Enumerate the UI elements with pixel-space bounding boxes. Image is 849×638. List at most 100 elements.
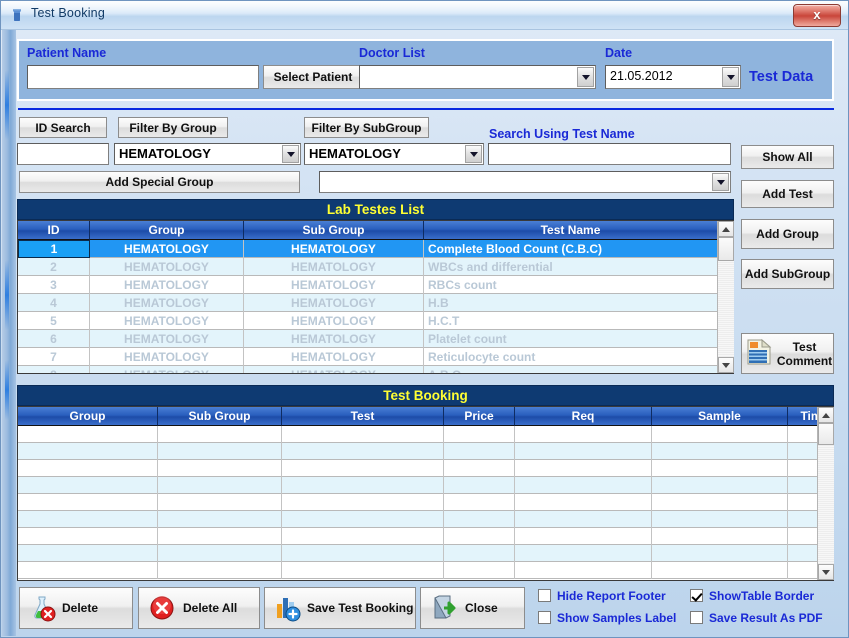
- title-bar: Test Booking x: [1, 1, 848, 30]
- table-cell: [18, 477, 158, 494]
- select-patient-button[interactable]: Select Patient: [263, 65, 363, 89]
- table-cell: [652, 460, 788, 477]
- table-row[interactable]: [18, 528, 833, 545]
- test-booking-col-header[interactable]: Test: [282, 407, 444, 426]
- table-row[interactable]: 5 HEMATOLOGY HEMATOLOGY H.C.T: [18, 312, 718, 330]
- table-cell: [444, 494, 515, 511]
- table-row[interactable]: [18, 545, 833, 562]
- table-cell: [652, 511, 788, 528]
- table-cell: [652, 562, 788, 579]
- table-row[interactable]: 3 HEMATOLOGY HEMATOLOGY RBCs count: [18, 276, 718, 294]
- chevron-down-icon[interactable]: [282, 145, 299, 163]
- table-row[interactable]: [18, 494, 833, 511]
- group-filter-combo[interactable]: HEMATOLOGY: [114, 143, 301, 165]
- table-cell: [652, 494, 788, 511]
- table-row[interactable]: 2 HEMATOLOGY HEMATOLOGY WBCs and differenti…: [18, 258, 718, 276]
- lab-tests-col-header[interactable]: Group: [90, 221, 244, 240]
- table-cell: [282, 545, 444, 562]
- table-row[interactable]: [18, 511, 833, 528]
- scroll-down-icon[interactable]: [818, 564, 834, 580]
- table-cell: [18, 511, 158, 528]
- scroll-thumb[interactable]: [818, 423, 834, 445]
- table-row[interactable]: 1 HEMATOLOGY HEMATOLOGY Complete Blood Coun…: [18, 240, 718, 258]
- lab-tests-scrollbar[interactable]: [717, 221, 734, 373]
- test-booking-col-header[interactable]: Group: [18, 407, 158, 426]
- close-window-button[interactable]: x: [793, 4, 841, 27]
- table-row[interactable]: [18, 477, 833, 494]
- table-row[interactable]: 6 HEMATOLOGY HEMATOLOGY Platelet count: [18, 330, 718, 348]
- lab-tests-col-header[interactable]: Sub Group: [244, 221, 424, 240]
- chevron-down-icon[interactable]: [712, 173, 729, 191]
- filter-by-subgroup-button[interactable]: Filter By SubGroup: [304, 117, 429, 138]
- test-booking-col-header[interactable]: Price: [444, 407, 515, 426]
- table-cell: [515, 545, 652, 562]
- test-booking-grid[interactable]: Group Sub Group Test Price Req Sample Tim: [17, 406, 834, 581]
- table-cell: [652, 443, 788, 460]
- chevron-down-icon[interactable]: [722, 67, 739, 87]
- test-booking-col-header[interactable]: Req: [515, 407, 652, 426]
- search-test-name-input[interactable]: [488, 143, 731, 165]
- subgroup-filter-combo[interactable]: HEMATOLOGY: [304, 143, 484, 165]
- table-cell: [282, 426, 444, 443]
- test-booking-section-title: Test Booking: [17, 385, 834, 406]
- save-result-as-pdf-checkbox[interactable]: [690, 611, 703, 624]
- scroll-up-icon[interactable]: [818, 407, 834, 423]
- date-label: Date: [605, 46, 633, 60]
- delete-button[interactable]: Delete: [19, 587, 133, 629]
- table-cell: [652, 545, 788, 562]
- id-search-input[interactable]: [17, 143, 109, 165]
- scroll-up-icon[interactable]: [718, 221, 734, 237]
- table-row[interactable]: [18, 562, 833, 579]
- table-cell: WBCs and differential: [424, 258, 718, 276]
- chevron-down-icon[interactable]: [577, 67, 594, 87]
- add-subgroup-button[interactable]: Add SubGroup: [741, 259, 834, 289]
- show-samples-label-checkbox[interactable]: [538, 611, 551, 624]
- test-booking-scrollbar[interactable]: [817, 407, 834, 580]
- delete-all-button[interactable]: Delete All: [138, 587, 260, 629]
- table-cell: [158, 511, 282, 528]
- add-test-button[interactable]: Add Test: [741, 180, 834, 208]
- filter-by-group-button[interactable]: Filter By Group: [118, 117, 228, 138]
- hide-report-footer-checkbox[interactable]: [538, 589, 551, 602]
- chevron-down-icon[interactable]: [465, 145, 482, 163]
- left-accent-strip: [2, 30, 16, 636]
- lab-tests-col-header[interactable]: ID: [18, 221, 90, 240]
- patient-name-input[interactable]: [27, 65, 259, 89]
- doctor-list-combo[interactable]: [359, 65, 596, 89]
- test-booking-col-header[interactable]: Sample: [652, 407, 788, 426]
- close-button[interactable]: Close: [420, 587, 525, 629]
- delete-button-label: Delete: [62, 601, 99, 615]
- table-cell: HEMATOLOGY: [90, 258, 244, 276]
- table-cell: Complete Blood Count (C.B.C): [424, 240, 718, 258]
- test-booking-col-header[interactable]: Sub Group: [158, 407, 282, 426]
- special-group-combo[interactable]: [319, 171, 731, 193]
- scroll-down-icon[interactable]: [718, 357, 734, 373]
- id-search-button[interactable]: ID Search: [19, 117, 107, 138]
- table-cell: 1: [18, 240, 90, 258]
- add-special-group-button[interactable]: Add Special Group: [19, 171, 300, 193]
- table-row[interactable]: [18, 443, 833, 460]
- table-row[interactable]: 8HEMATOLOGYHEMATOLOGYA.B.O: [18, 366, 718, 373]
- app-flask-icon: [9, 7, 25, 23]
- lab-tests-col-header[interactable]: Test Name: [424, 221, 718, 240]
- table-row[interactable]: [18, 426, 833, 443]
- doctor-list-label: Doctor List: [359, 46, 425, 60]
- test-comment-line2: Comment: [776, 353, 833, 368]
- scroll-thumb[interactable]: [718, 237, 734, 261]
- add-group-button[interactable]: Add Group: [741, 219, 834, 249]
- table-cell: 4: [18, 294, 90, 312]
- table-cell: 8: [18, 366, 90, 373]
- delete-flask-icon: [28, 594, 56, 622]
- date-combo[interactable]: 21.05.2012: [605, 65, 741, 89]
- table-row[interactable]: 4 HEMATOLOGY HEMATOLOGY H.B: [18, 294, 718, 312]
- table-cell: [515, 562, 652, 579]
- save-test-booking-button[interactable]: Save Test Booking: [264, 587, 416, 629]
- table-row[interactable]: 7 HEMATOLOGY HEMATOLOGY Reticulocyte count: [18, 348, 718, 366]
- strip-highlight-2: [5, 260, 9, 330]
- test-comment-button[interactable]: Test Comment: [741, 333, 834, 374]
- show-table-border-checkbox[interactable]: [690, 589, 703, 602]
- show-all-button[interactable]: Show All: [741, 145, 834, 169]
- table-row[interactable]: [18, 460, 833, 477]
- table-cell: [515, 477, 652, 494]
- lab-tests-grid[interactable]: ID Group Sub Group Test Name 1 HEMATOLOGY HEM…: [17, 220, 734, 374]
